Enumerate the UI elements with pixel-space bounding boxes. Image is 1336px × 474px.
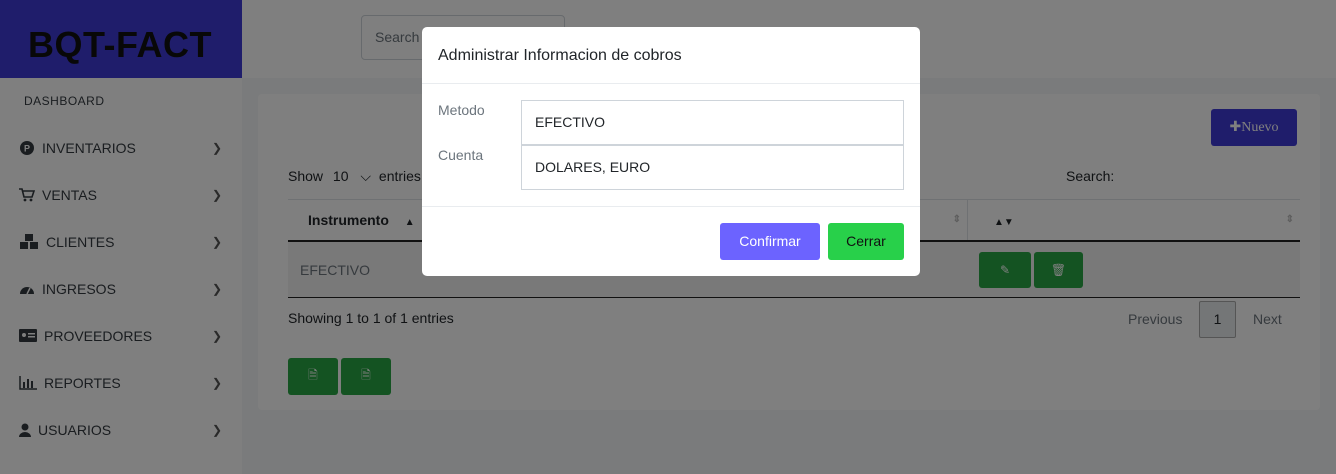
- modal-title: Administrar Informacion de cobros: [422, 27, 920, 84]
- modal-dialog: Administrar Informacion de cobros Metodo…: [422, 27, 920, 276]
- close-button[interactable]: Cerrar: [828, 223, 904, 260]
- metodo-label: Metodo: [438, 102, 485, 118]
- cuenta-label: Cuenta: [438, 147, 484, 163]
- cuenta-field[interactable]: DOLARES, EURO: [521, 145, 904, 190]
- metodo-field[interactable]: EFECTIVO: [521, 100, 904, 145]
- confirm-button[interactable]: Confirmar: [720, 223, 820, 260]
